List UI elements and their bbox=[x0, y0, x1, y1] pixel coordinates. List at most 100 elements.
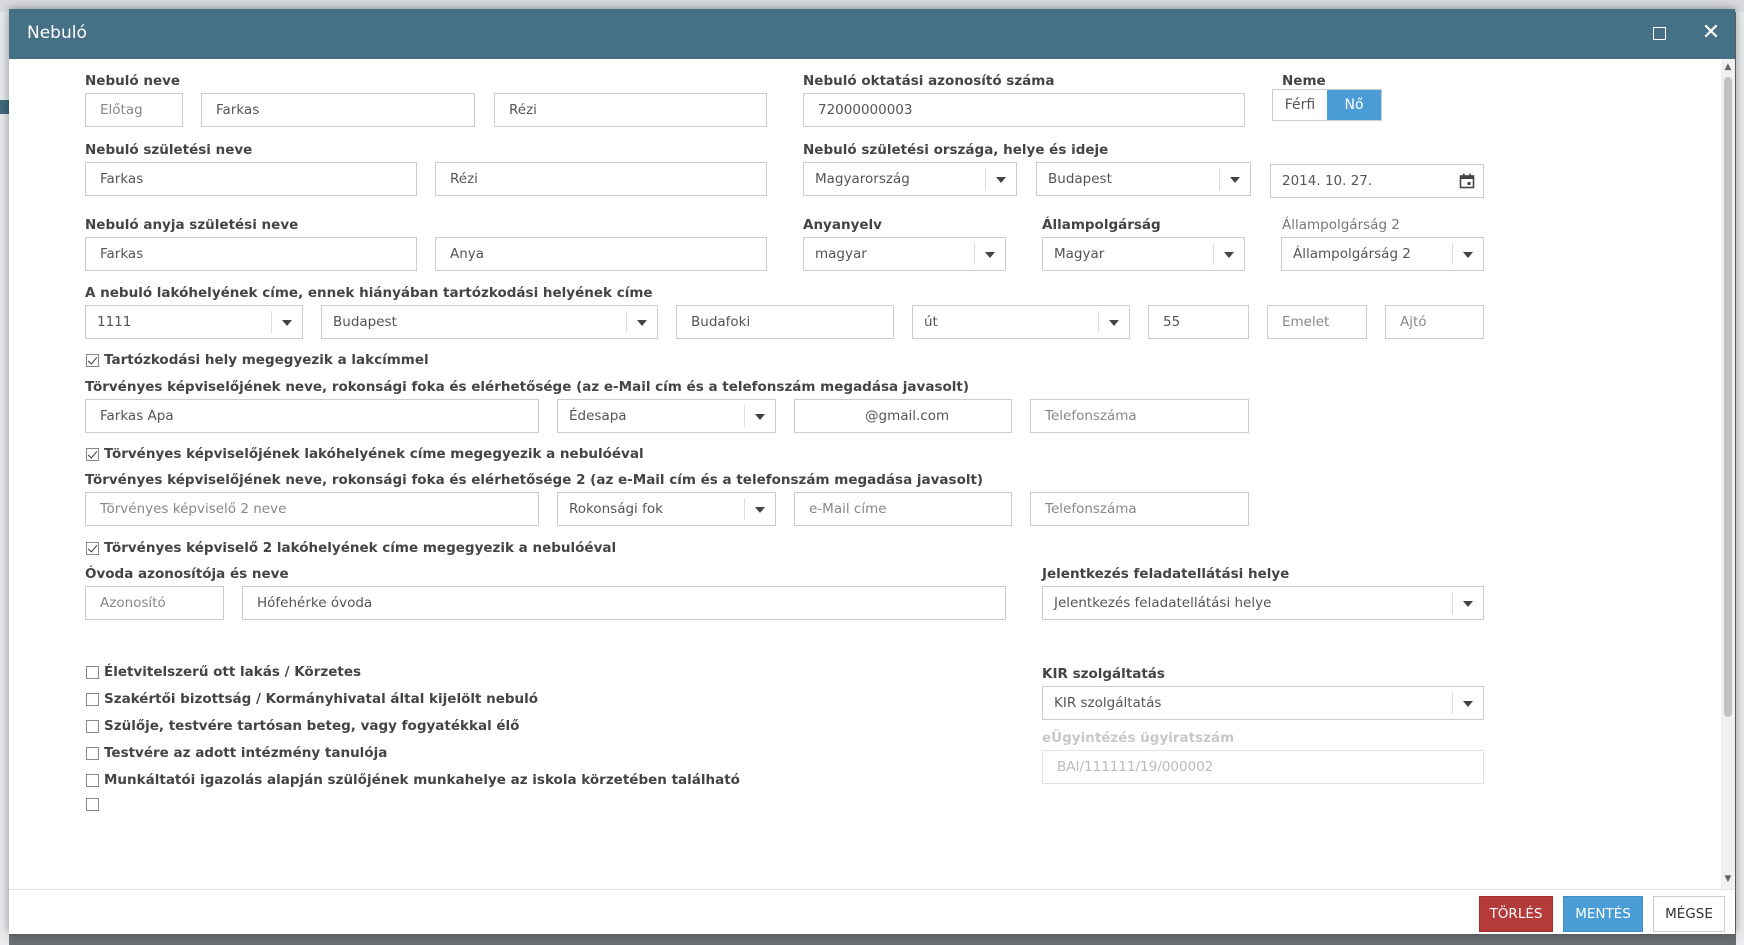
dialog-title: Nebuló bbox=[27, 23, 87, 43]
calendar-icon[interactable] bbox=[1459, 173, 1475, 189]
citizenship-select[interactable]: Magyar bbox=[1042, 237, 1245, 271]
eugy-label: eÜgyintézés ügyiratszám bbox=[1042, 730, 1235, 746]
scrollbar[interactable]: ▲ ▼ bbox=[1721, 59, 1735, 889]
checkbox-label: Szülője, testvére tartósan beteg, vagy f… bbox=[104, 718, 520, 734]
kindergarten-id-input[interactable] bbox=[85, 586, 224, 620]
gender-option-female[interactable]: Nő bbox=[1327, 90, 1381, 120]
mother-last-name-input[interactable] bbox=[85, 237, 417, 271]
guardian2-relation-value: Rokonsági fok bbox=[569, 501, 663, 517]
background-app-left bbox=[0, 12, 9, 945]
kir-value: KIR szolgáltatás bbox=[1054, 695, 1162, 711]
guardian2-same-checkbox[interactable]: Törvényes képviselő 2 lakóhelyének címe … bbox=[86, 540, 616, 556]
checkbox-checked-icon[interactable] bbox=[86, 541, 99, 555]
cancel-button[interactable]: MÉGSE bbox=[1653, 896, 1725, 932]
kir-select[interactable]: KIR szolgáltatás bbox=[1042, 686, 1484, 720]
scroll-down-icon[interactable]: ▼ bbox=[1723, 874, 1733, 884]
first-name-input[interactable] bbox=[494, 93, 767, 127]
checkbox-checked-icon[interactable] bbox=[86, 447, 99, 461]
birth-name-label: Nebuló születési neve bbox=[85, 142, 253, 158]
guardian1-same-checkbox[interactable]: Törvényes képviselőjének lakóhelyének cí… bbox=[86, 446, 644, 462]
checkbox-item[interactable]: Szülője, testvére tartósan beteg, vagy f… bbox=[86, 718, 519, 734]
dialog-body: Nebuló neve Nebuló oktatási azonosító sz… bbox=[9, 59, 1735, 889]
name-prefix-input[interactable] bbox=[85, 93, 183, 127]
birth-city-value: Budapest bbox=[1048, 171, 1112, 187]
gender-toggle: Férfi Nő bbox=[1272, 89, 1382, 121]
chevron-down-icon bbox=[282, 320, 292, 326]
checkbox-icon[interactable] bbox=[86, 773, 99, 787]
street-type-value: út bbox=[924, 314, 938, 330]
checkbox-item-partial[interactable] bbox=[86, 798, 104, 811]
checkbox-label: Munkáltatói igazolás alapján szülőjének … bbox=[104, 772, 740, 788]
checkbox-icon[interactable] bbox=[86, 798, 99, 811]
delete-button[interactable]: TÖRLÉS bbox=[1479, 896, 1553, 932]
checkbox-item[interactable]: Munkáltatói igazolás alapján szülőjének … bbox=[86, 772, 740, 788]
scroll-thumb[interactable] bbox=[1724, 77, 1732, 717]
chevron-down-icon bbox=[1230, 177, 1240, 183]
guardian1-same-label: Törvényes képviselőjének lakóhelyének cí… bbox=[104, 446, 644, 462]
chevron-down-icon bbox=[1463, 601, 1473, 607]
mother-tongue-select[interactable]: magyar bbox=[803, 237, 1006, 271]
eugy-input[interactable] bbox=[1042, 750, 1484, 784]
birth-first-name-input[interactable] bbox=[435, 162, 767, 196]
residence-same-checkbox[interactable]: Tartózkodási hely megegyezik a lakcímmel bbox=[86, 352, 429, 368]
floor-input[interactable] bbox=[1267, 305, 1367, 339]
chevron-down-icon bbox=[1463, 252, 1473, 258]
checkbox-item[interactable]: Szakértői bizottság / Kormányhivatal ált… bbox=[86, 691, 538, 707]
citizenship2-select[interactable]: Állampolgárság 2 bbox=[1281, 237, 1484, 271]
gender-label: Neme bbox=[1282, 73, 1326, 89]
checkbox-label: Szakértői bizottság / Kormányhivatal ált… bbox=[104, 691, 539, 707]
residence-same-label: Tartózkodási hely megegyezik a lakcímmel bbox=[104, 352, 429, 368]
guardian2-relation-select[interactable]: Rokonsági fok bbox=[557, 492, 776, 526]
birth-city-select[interactable]: Budapest bbox=[1036, 162, 1251, 196]
address-city-value: Budapest bbox=[333, 314, 397, 330]
citizenship2-label: Állampolgárság 2 bbox=[1282, 217, 1400, 233]
background-app-right bbox=[1736, 12, 1744, 945]
scroll-up-icon[interactable]: ▲ bbox=[1723, 62, 1733, 72]
house-number-input[interactable] bbox=[1148, 305, 1249, 339]
guardian1-name-input[interactable] bbox=[85, 399, 539, 433]
checkbox-item[interactable]: Életvitelszerű ott lakás / Körzetes bbox=[86, 664, 361, 680]
last-name-input[interactable] bbox=[201, 93, 475, 127]
edu-id-input[interactable] bbox=[803, 93, 1245, 127]
registration-place-select[interactable]: Jelentkezés feladatellátási helye bbox=[1042, 586, 1484, 620]
checkbox-checked-icon[interactable] bbox=[86, 353, 99, 367]
address-city-select[interactable]: Budapest bbox=[321, 305, 658, 339]
close-icon[interactable]: ✕ bbox=[1699, 21, 1723, 45]
mother-name-label: Nebuló anyja születési neve bbox=[85, 217, 299, 233]
chevron-down-icon bbox=[1109, 320, 1119, 326]
birth-date-value: 2014. 10. 27. bbox=[1282, 173, 1373, 189]
birth-date-input[interactable]: 2014. 10. 27. bbox=[1270, 164, 1484, 198]
checkbox-icon[interactable] bbox=[86, 665, 99, 679]
kindergarten-name-input[interactable] bbox=[242, 586, 1006, 620]
checkbox-item[interactable]: Testvére az adott intézmény tanulója bbox=[86, 745, 387, 761]
address-label: A nebuló lakóhelyének címe, ennek hiányá… bbox=[85, 285, 653, 301]
checkbox-icon[interactable] bbox=[86, 692, 99, 706]
gender-option-male[interactable]: Férfi bbox=[1273, 90, 1327, 120]
birth-last-name-input[interactable] bbox=[85, 162, 417, 196]
guardian1-phone-input[interactable] bbox=[1030, 399, 1249, 433]
chevron-down-icon bbox=[996, 177, 1006, 183]
guardian1-relation-select[interactable]: Édesapa bbox=[557, 399, 776, 433]
street-input[interactable] bbox=[676, 305, 894, 339]
checkbox-icon[interactable] bbox=[86, 719, 99, 733]
maximize-icon[interactable] bbox=[1647, 21, 1671, 45]
mother-tongue-value: magyar bbox=[815, 246, 867, 262]
birth-country-select[interactable]: Magyarország bbox=[803, 162, 1017, 196]
mother-tongue-label: Anyanyelv bbox=[803, 217, 882, 233]
birth-country-value: Magyarország bbox=[815, 171, 910, 187]
street-type-select[interactable]: út bbox=[912, 305, 1130, 339]
guardian2-phone-input[interactable] bbox=[1030, 492, 1249, 526]
birth-place-label: Nebuló születési országa, helye és ideje bbox=[803, 142, 1109, 158]
checkbox-icon[interactable] bbox=[86, 746, 99, 760]
door-input[interactable] bbox=[1385, 305, 1484, 339]
zip-select[interactable]: 1111 bbox=[85, 305, 303, 339]
guardian2-label: Törvényes képviselőjének neve, rokonsági… bbox=[85, 472, 984, 488]
chevron-down-icon bbox=[1463, 701, 1473, 707]
checkbox-label: Életvitelszerű ott lakás / Körzetes bbox=[104, 664, 362, 680]
guardian2-name-input[interactable] bbox=[85, 492, 539, 526]
save-button[interactable]: MENTÉS bbox=[1563, 896, 1643, 932]
mother-first-name-input[interactable] bbox=[435, 237, 767, 271]
guardian2-email-input[interactable] bbox=[794, 492, 1012, 526]
guardian1-email-input[interactable]: @gmail.com bbox=[794, 399, 1012, 433]
chevron-down-icon bbox=[755, 414, 765, 420]
